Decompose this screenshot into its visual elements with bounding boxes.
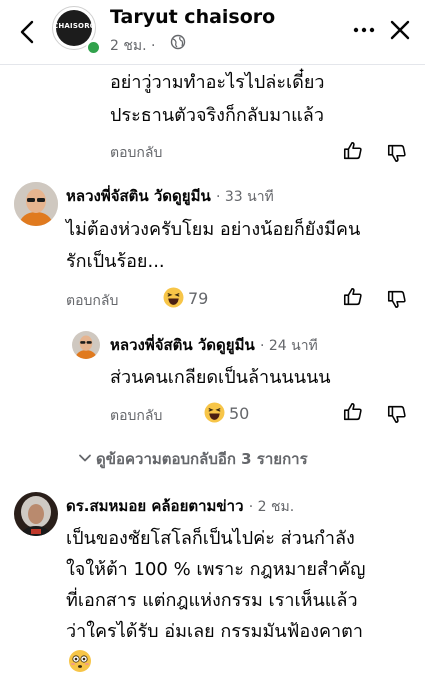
globe-icon [170, 34, 186, 50]
thumbs-up-icon[interactable] [342, 401, 364, 423]
thumbs-down-icon[interactable] [386, 403, 408, 425]
author-name[interactable]: ดร.สมหมอย คล้อยตามข่าว [66, 497, 244, 515]
user-portrait-image [14, 492, 58, 536]
post-time-text: 2 ชม. [110, 38, 147, 54]
comment-time: · 2 ชม. [248, 499, 295, 515]
post-time: 2 ชม. · [110, 35, 155, 57]
reaction-count: 50 [229, 404, 250, 423]
haha-emoji-icon [163, 287, 184, 308]
author-name[interactable]: หลวงพี่จัสติน วัดดูยูมีน [66, 187, 211, 205]
view-more-replies-button[interactable]: ดูข้อความตอบกลับอีก 3 รายการ [78, 447, 308, 471]
reaction-summary[interactable]: 50 [204, 402, 249, 423]
monk-portrait-image [14, 182, 58, 226]
header-divider [0, 64, 425, 65]
author-name[interactable]: หลวงพี่จัสติน วัดดูยูมีน [110, 336, 255, 354]
close-icon[interactable] [388, 18, 412, 42]
comment-text-line: รักเป็นร้อย... [66, 251, 165, 272]
reply-button[interactable]: ตอบกลับ [66, 290, 118, 312]
page-name[interactable]: Taryut chaisoro [110, 6, 275, 28]
comment-time: · 33 นาที [215, 189, 274, 205]
time-separator: · [151, 38, 156, 54]
online-status-dot [86, 40, 101, 55]
comment-text-line: ที่เอกสาร แต่กฎแห่งกรรม เราเห็นแล้ว [66, 590, 358, 611]
comment-text-line: ประธานตัวจริงก็กลับมาแล้ว [110, 105, 324, 126]
comment-text-line: ว่าใครได้รับ อ่มเลย กรรมมันฟ้องคาตา [66, 621, 363, 642]
comment-text-line: ใจให้ต้า 100 % เพราะ กฎหมายสำคัญ [66, 559, 366, 580]
reply-author[interactable]: หลวงพี่จัสติน วัดดูยูมีน · 24 นาที [110, 333, 318, 357]
reply-text-line: ส่วนคนเกลียดเป็นล้านนนนน [110, 367, 331, 388]
replier-avatar[interactable] [72, 331, 100, 359]
comment-text-line: เป็นของชัยโสโลก็เป็นไปค่ะ ส่วนกำลัง [66, 528, 355, 549]
chevron-down-icon [79, 454, 91, 462]
thumbs-down-icon[interactable] [386, 142, 408, 164]
flushed-emoji-icon [69, 650, 91, 672]
commenter-avatar[interactable] [14, 492, 58, 536]
haha-emoji-icon [204, 402, 225, 423]
comment-author[interactable]: ดร.สมหมอย คล้อยตามข่าว · 2 ชม. [66, 494, 294, 518]
comment-text-line: ไม่ต้องห่วงครับโยม อย่างน้อยก็ยังมีคน [66, 219, 361, 240]
reaction-count: 79 [188, 289, 209, 308]
comment-author[interactable]: หลวงพี่จัสติน วัดดูยูมีน · 33 นาที [66, 184, 274, 208]
comment-text-line: อย่าวู่วามทำอะไรไปล่ะเดี๋ยว [110, 72, 325, 93]
thumbs-up-icon[interactable] [342, 286, 364, 308]
thumbs-down-icon[interactable] [386, 288, 408, 310]
reply-time: · 24 นาที [259, 338, 318, 354]
view-more-replies-label[interactable]: ดูข้อความตอบกลับอีก 3 รายการ [96, 450, 308, 468]
more-options-icon[interactable] [352, 18, 376, 42]
reply-button[interactable]: ตอบกลับ [110, 405, 162, 427]
thumbs-up-icon[interactable] [342, 140, 364, 162]
reply-button[interactable]: ตอบกลับ [110, 142, 162, 164]
back-arrow-icon[interactable] [14, 18, 42, 46]
monk-portrait-image [72, 331, 100, 359]
commenter-avatar[interactable] [14, 182, 58, 226]
reaction-summary[interactable]: 79 [163, 287, 208, 308]
avatar-logo-text: CHAISORO [53, 22, 96, 30]
